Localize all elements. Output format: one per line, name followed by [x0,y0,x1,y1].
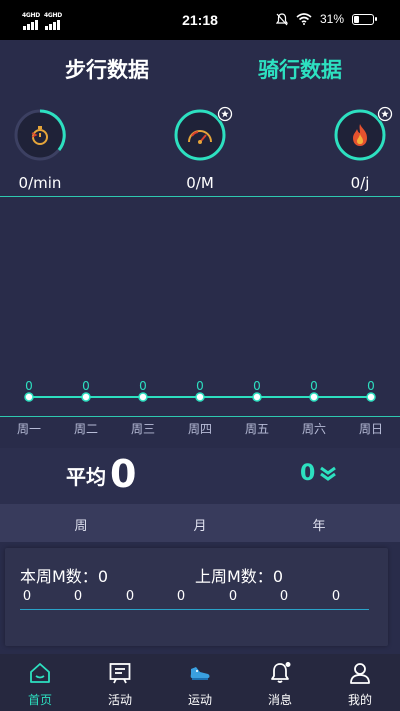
star-badge-icon [217,106,233,122]
nav-home-label: 首页 [27,693,52,707]
header-tabs: 步行数据 骑行数据 [0,40,400,96]
flame-icon [353,124,367,146]
nav-messages[interactable]: 消息 [240,654,320,711]
last-week-summary: 上周M数：0 [195,563,283,587]
day-label: 周一 [16,422,41,436]
star-badge-icon [377,106,393,122]
weekly-value: 0 [22,589,32,604]
status-bar: 4GHD 4GHD 21:18 31% [0,0,400,40]
day-label: 周五 [244,422,269,436]
bottom-nav: 首页 活动 运动 消息 我的 [0,654,400,711]
tab-walk-data[interactable]: 步行数据 [65,54,149,84]
metric-calories[interactable]: 0/j [315,106,400,192]
week-line-chart: 0 0 0 0 0 0 0 [24,379,376,402]
data-label: 0 [196,379,204,393]
data-label: 0 [253,379,261,393]
nav-home[interactable]: 首页 [0,654,80,711]
day-label: 周四 [187,422,212,436]
average-label: 平均 [66,465,106,489]
week-day-labels: 周一 周二 周三 周四 周五 周六 周日 [0,420,400,440]
data-point [24,392,34,402]
weekly-value: 0 [279,589,289,604]
period-selector: 周 月 年 [0,504,400,542]
weekly-value: 0 [125,589,135,604]
data-label: 0 [82,379,90,393]
data-point [81,392,91,402]
average-expand-toggle[interactable]: 0 [300,461,337,486]
data-label: 0 [139,379,147,393]
weekly-value: 0 [331,589,341,604]
nav-activity-label: 活动 [107,693,132,707]
bell-icon [271,662,291,683]
data-point [138,392,148,402]
average-section: 平均 0 0 [0,448,400,504]
average-value: 0 [110,452,137,496]
sneaker-icon [190,667,210,680]
mute-bell-icon [275,12,288,25]
weekly-value: 0 [228,589,238,604]
metric-pace-value: 0/min [18,174,62,192]
period-year[interactable]: 年 [299,515,339,534]
battery-percent: 31% [319,12,344,26]
star-badge [377,106,393,122]
weekly-value: 0 [73,589,83,604]
weekly-values: 0 0 0 0 0 0 0 [5,589,388,605]
metric-distance[interactable]: 0/M [155,106,245,192]
data-point [309,392,319,402]
status-right: 31% [275,12,377,26]
this-week-summary: 本周M数：0 [20,563,108,587]
divider-chart-bottom [0,416,400,417]
this-week-value: 0 [97,567,108,586]
day-label: 周日 [358,422,383,436]
double-chevron-down-icon [320,466,337,481]
weekly-summary-card: 本周M数：0 上周M数：0 0 0 0 0 0 0 0 [5,548,388,646]
data-point [252,392,262,402]
nav-messages-label: 消息 [267,693,292,707]
home-icon [30,663,50,683]
data-label: 0 [310,379,318,393]
wifi-icon [296,13,312,25]
data-point [195,392,205,402]
stopwatch-icon [31,126,48,145]
metric-calories-value: 0/j [350,174,370,192]
user-icon [350,663,370,684]
data-point [366,392,376,402]
last-week-value: 0 [272,567,283,586]
metric-pace[interactable]: 0/min [0,108,85,192]
activity-board-icon [109,663,131,684]
nav-sport-label: 运动 [187,693,212,707]
distance-ring [173,106,233,162]
day-label: 周六 [301,422,326,436]
pace-ring [13,108,67,162]
nav-activity[interactable]: 活动 [80,654,160,711]
average-right-value: 0 [300,461,316,486]
week-chart: 0 0 0 0 0 0 0 [0,198,400,418]
metric-distance-value: 0/M [186,174,214,192]
star-badge [217,106,233,122]
data-label: 0 [25,379,33,393]
period-month[interactable]: 月 [180,515,220,534]
day-label: 周二 [73,422,98,436]
this-week-label: 本周M数： [20,567,98,586]
metrics-row: 0/min 0/M 0/j [0,106,400,198]
divider-top [0,196,400,197]
calories-ring [333,106,393,162]
speedometer-icon [188,130,212,144]
nav-profile[interactable]: 我的 [320,654,400,711]
data-label: 0 [367,379,375,393]
nav-profile-label: 我的 [347,693,372,707]
weekly-baseline [20,609,369,610]
nav-sport[interactable]: 运动 [160,654,240,711]
tab-ride-data[interactable]: 骑行数据 [258,54,342,84]
battery-icon [352,13,377,25]
period-week[interactable]: 周 [61,515,101,534]
day-label: 周三 [130,422,155,436]
weekly-value: 0 [176,589,186,604]
last-week-label: 上周M数： [195,567,273,586]
